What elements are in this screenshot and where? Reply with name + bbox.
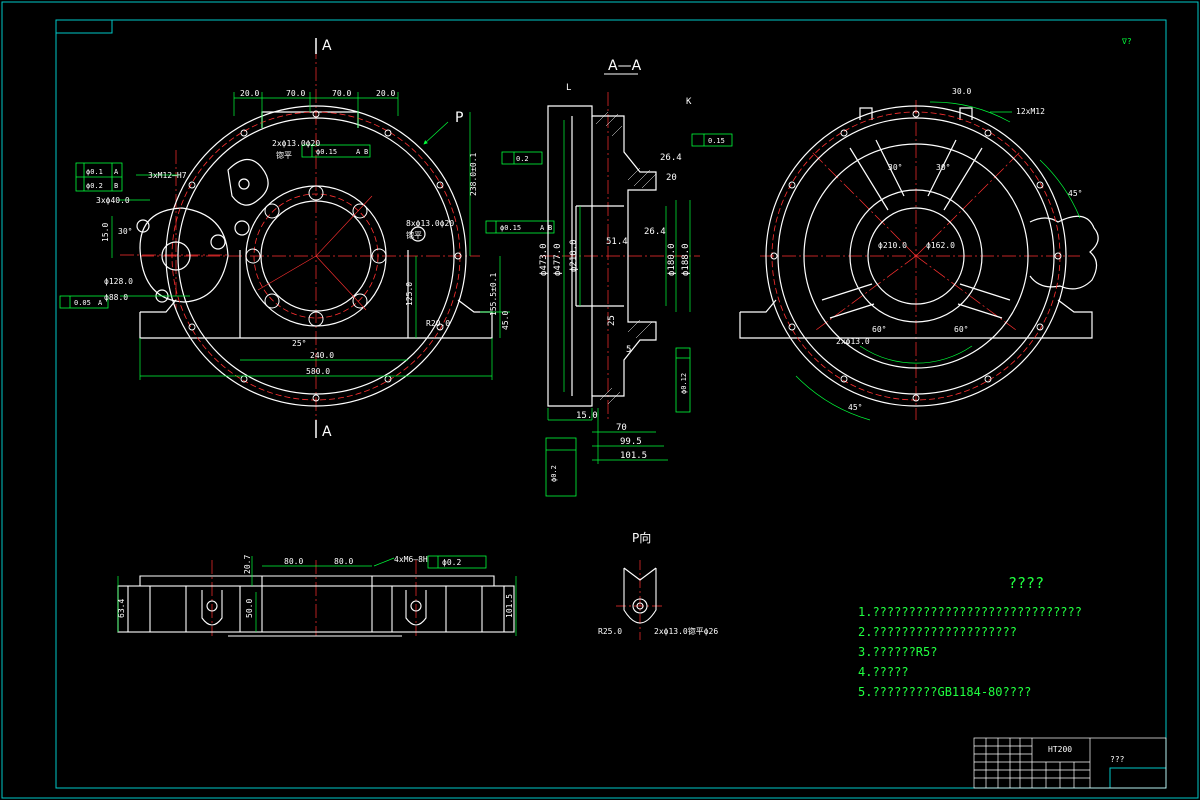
hole-note-2x13: 2xϕ13.0ϕ20 [272, 139, 320, 148]
label-k: K [686, 97, 692, 107]
hole-note-40: 3xϕ40.0 [96, 196, 130, 205]
dim-sec-995: 99.5 [620, 437, 642, 447]
angle-right-45a: 45° [1068, 189, 1082, 198]
dim-sec-264b: 26.4 [644, 227, 666, 237]
tol-front-02: ϕ0.2 [86, 182, 103, 190]
flat-note-1: 锪平 [276, 150, 292, 160]
dim-bottom-80b: 80.0 [334, 557, 353, 566]
hole-note-bottom: 4xM6–8H [394, 555, 428, 564]
dim-sec-473: ϕ473.0 [539, 243, 549, 276]
tol-front-005: 0.05 [74, 299, 91, 307]
tol-sec-02: 0.2 [516, 155, 529, 163]
dim-sec-5: 5 [626, 345, 631, 355]
tol-sec-phi02: ϕ0.2 [550, 465, 558, 482]
dim-155: 155.5±0.1 [489, 272, 498, 316]
corner-mark: ∇? [1121, 37, 1132, 46]
note-1: 1.????????????????????????????? [858, 605, 1082, 619]
section-label-bottom: A [322, 424, 332, 440]
dim-70-right: 70.0 [332, 89, 351, 98]
dim-238: 238.0±0.1 [469, 152, 478, 196]
dim-45: 45.0 [501, 311, 510, 330]
angle-right-30a: 30° [888, 163, 902, 172]
dim-70-left: 70.0 [286, 89, 305, 98]
dim-right-162: ϕ162.0 [926, 241, 955, 250]
note-5: 5.?????????GB1184-80???? [858, 685, 1031, 699]
ref-a-1: A [114, 168, 119, 176]
label-l: L [566, 83, 571, 93]
front-view: A A P 20.0 70.0 70.0 20.0 240.0 580.0 23… [59, 38, 555, 440]
dim-sec-188: ϕ188.0 [681, 243, 691, 276]
dim-88: ϕ88.0 [104, 293, 128, 302]
angle-25: 25° [292, 339, 306, 348]
bottom-view: 80.0 80.0 20.7 50.0 63.4 101.5 4xM6–8H ϕ… [117, 555, 517, 637]
dim-20-right: 20.0 [376, 89, 395, 98]
dim-sec-210: ϕ210.0 [569, 239, 579, 272]
dim-sec-20: 20 [666, 173, 677, 183]
tol-bottom: ϕ0.2 [442, 558, 461, 567]
dim-right-12m12: 12xM12 [1016, 107, 1045, 116]
hole-note-m12: 3xM12–H7 [148, 171, 187, 180]
dim-sec-25: 25 [607, 315, 617, 326]
ref-b-1: B [114, 182, 118, 190]
angle-right-45b: 45° [848, 403, 862, 412]
dim-125: 125.0 [405, 282, 414, 306]
p-view-hole: 2xϕ13.0锪平ϕ26 [654, 626, 718, 636]
flat-note-2: 锪平 [406, 230, 422, 240]
dim-sec-1015: 101.5 [620, 451, 647, 461]
p-view-title: P向 [632, 530, 651, 545]
dim-sec-514: 51.4 [606, 237, 628, 247]
ref-a-3: A [540, 224, 545, 232]
note-3: 3.??????R5? [858, 645, 937, 659]
arrow-label-p: P [455, 110, 463, 126]
dim-bottom-50: 50.0 [245, 599, 254, 618]
section-label-top: A [322, 38, 332, 54]
dim-right-30: 30.0 [952, 87, 971, 96]
section-title: A—A [608, 58, 642, 74]
dim-128: ϕ128.0 [104, 277, 133, 286]
p-view-r25: R25.0 [598, 627, 622, 636]
tol-sec-015: 0.15 [708, 137, 725, 145]
tol-sec-phi012: ϕ0.12 [680, 373, 688, 394]
dim-bottom-634: 63.4 [117, 599, 126, 618]
title-material: HT200 [1048, 745, 1072, 754]
dim-sec-264a: 26.4 [660, 153, 682, 163]
ref-a-4: A [98, 299, 103, 307]
hole-note-8x13: 8xϕ13.0ϕ20 [406, 219, 454, 228]
rear-view: 12xM12 2xϕ13.0 45° 45° 30° 30° 60° 60° ϕ… [739, 87, 1099, 421]
dim-sec-15: 15.0 [576, 411, 598, 421]
dim-r20: R20.0 [426, 319, 450, 328]
notes-title: ???? [1008, 574, 1044, 592]
dim-20-left: 20.0 [240, 89, 259, 98]
section-view: A—A L K 15.0 70 99.5 101.5 26.4 26.4 20 … [501, 58, 733, 497]
note-4: 4.????? [858, 665, 909, 679]
dim-bottom-1015: 101.5 [505, 594, 514, 618]
cad-drawing-canvas: ∇? A A P 20.0 70.0 70.0 20.0 240.0 580.0… [1, 1, 1199, 799]
title-mark: ??? [1110, 755, 1125, 764]
dim-right-2x13: 2xϕ13.0 [836, 337, 870, 346]
ref-b-2: B [364, 148, 368, 156]
dim-sec-180: ϕ180.0 [667, 243, 677, 276]
dim-sec-70: 70 [616, 423, 627, 433]
dim-bottom-80a: 80.0 [284, 557, 303, 566]
technical-notes: ???? 1.????????????????????????????? 2.?… [858, 574, 1082, 699]
tol-front-015b: ϕ0.15 [500, 224, 521, 232]
tol-front-01: ϕ0.1 [86, 168, 103, 176]
angle-30: 30° [118, 227, 132, 236]
dim-15: 15.0 [101, 223, 110, 242]
ref-b-3: B [548, 224, 552, 232]
dim-sec-477: ϕ477.0 [553, 243, 563, 276]
dim-right-210: ϕ210.0 [878, 241, 907, 250]
note-2: 2.???????????????????? [858, 625, 1017, 639]
tol-front-015a: ϕ0.15 [316, 148, 337, 156]
ref-a-2: A [356, 148, 361, 156]
angle-right-60b: 60° [954, 325, 968, 334]
angle-right-30b: 30° [936, 163, 950, 172]
p-view: P向 R25.0 2xϕ13.0锪平ϕ26 [598, 530, 718, 640]
dim-bottom-207: 20.7 [243, 555, 252, 574]
angle-right-60a: 60° [872, 325, 886, 334]
dim-240: 240.0 [310, 351, 334, 360]
dim-580: 580.0 [306, 367, 330, 376]
